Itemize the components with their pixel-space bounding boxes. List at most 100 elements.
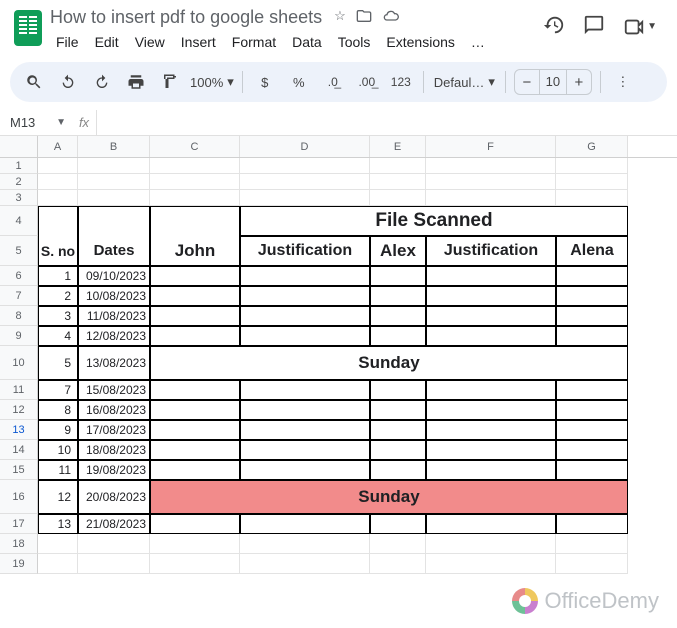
- cell[interactable]: [240, 514, 370, 534]
- cell[interactable]: [556, 460, 628, 480]
- cell[interactable]: [426, 440, 556, 460]
- cell[interactable]: 11/08/2023: [78, 306, 150, 326]
- star-icon[interactable]: ☆: [334, 8, 346, 27]
- row-header[interactable]: 12: [0, 400, 38, 420]
- cell[interactable]: [78, 534, 150, 554]
- col-header[interactable]: A: [38, 136, 78, 157]
- cell[interactable]: [556, 326, 628, 346]
- cell[interactable]: [556, 440, 628, 460]
- cell[interactable]: [150, 554, 240, 574]
- cell[interactable]: 16/08/2023: [78, 400, 150, 420]
- cell[interactable]: [370, 534, 426, 554]
- cell[interactable]: 12/08/2023: [78, 326, 150, 346]
- zoom-select[interactable]: 100% ▾: [190, 74, 234, 90]
- merged-note[interactable]: Sunday: [150, 480, 628, 514]
- cell[interactable]: [150, 380, 240, 400]
- menu-format[interactable]: Format: [226, 30, 282, 54]
- cell[interactable]: [426, 534, 556, 554]
- cell[interactable]: [150, 400, 240, 420]
- font-select[interactable]: Defaul… ▾: [432, 74, 497, 90]
- search-icon[interactable]: [20, 68, 48, 96]
- cell[interactable]: [240, 286, 370, 306]
- cell[interactable]: [556, 534, 628, 554]
- cell[interactable]: [38, 206, 78, 236]
- cell[interactable]: [426, 460, 556, 480]
- cell[interactable]: [556, 554, 628, 574]
- row-header[interactable]: 16: [0, 480, 38, 514]
- row-header[interactable]: 18: [0, 534, 38, 554]
- print-icon[interactable]: [122, 68, 150, 96]
- menu-tools[interactable]: Tools: [332, 30, 377, 54]
- cell[interactable]: 1: [38, 266, 78, 286]
- cell[interactable]: [240, 554, 370, 574]
- cell[interactable]: [556, 400, 628, 420]
- merged-note[interactable]: Sunday: [150, 346, 628, 380]
- cell[interactable]: [370, 266, 426, 286]
- row-header[interactable]: 1: [0, 158, 38, 174]
- cell[interactable]: [240, 190, 370, 206]
- cell[interactable]: [240, 306, 370, 326]
- row-header[interactable]: 11: [0, 380, 38, 400]
- row-header[interactable]: 17: [0, 514, 38, 534]
- cell[interactable]: [556, 380, 628, 400]
- doc-title[interactable]: How to insert pdf to google sheets: [50, 7, 322, 28]
- cell[interactable]: [370, 158, 426, 174]
- cell[interactable]: Alex: [370, 236, 426, 266]
- cell[interactable]: [426, 306, 556, 326]
- cell[interactable]: [150, 326, 240, 346]
- decrease-decimal-icon[interactable]: .0̲: [319, 68, 347, 96]
- cell[interactable]: John: [150, 236, 240, 266]
- spreadsheet-grid[interactable]: A B C D E F G 1234File Scanned5S. noDate…: [0, 136, 677, 574]
- menu-data[interactable]: Data: [286, 30, 328, 54]
- cell[interactable]: [150, 190, 240, 206]
- cell[interactable]: 2: [38, 286, 78, 306]
- col-header[interactable]: F: [426, 136, 556, 157]
- cell[interactable]: 5: [38, 346, 78, 380]
- cell[interactable]: [426, 158, 556, 174]
- cell[interactable]: [370, 190, 426, 206]
- select-all-corner[interactable]: [0, 136, 38, 157]
- col-header[interactable]: D: [240, 136, 370, 157]
- cell[interactable]: [370, 440, 426, 460]
- toolbar-more-icon[interactable]: ⋮: [609, 68, 637, 96]
- more-formats-icon[interactable]: 123: [387, 68, 415, 96]
- cell[interactable]: [426, 420, 556, 440]
- cell[interactable]: [370, 174, 426, 190]
- row-header[interactable]: 4: [0, 206, 38, 236]
- cell[interactable]: 10: [38, 440, 78, 460]
- cell[interactable]: [556, 190, 628, 206]
- cell[interactable]: [150, 440, 240, 460]
- cell[interactable]: [38, 554, 78, 574]
- col-header[interactable]: E: [370, 136, 426, 157]
- menu-more[interactable]: …: [465, 30, 491, 54]
- cell[interactable]: [426, 174, 556, 190]
- cell[interactable]: Justification: [426, 236, 556, 266]
- row-header[interactable]: 6: [0, 266, 38, 286]
- cell[interactable]: [78, 206, 150, 236]
- cell[interactable]: [150, 206, 240, 236]
- cell[interactable]: [78, 190, 150, 206]
- cell[interactable]: [240, 380, 370, 400]
- cell[interactable]: [426, 286, 556, 306]
- cell[interactable]: [370, 460, 426, 480]
- cell[interactable]: [78, 174, 150, 190]
- cell[interactable]: [426, 514, 556, 534]
- row-header[interactable]: 2: [0, 174, 38, 190]
- cell[interactable]: 10/08/2023: [78, 286, 150, 306]
- row-header[interactable]: 9: [0, 326, 38, 346]
- cell[interactable]: [38, 158, 78, 174]
- cell[interactable]: Alena: [556, 236, 628, 266]
- cell[interactable]: Justification: [240, 236, 370, 266]
- merged-header[interactable]: File Scanned: [240, 206, 628, 236]
- cell[interactable]: [240, 326, 370, 346]
- row-header[interactable]: 10: [0, 346, 38, 380]
- cell[interactable]: Dates: [78, 236, 150, 266]
- cell[interactable]: [426, 190, 556, 206]
- cell[interactable]: [556, 514, 628, 534]
- menu-file[interactable]: File: [50, 30, 85, 54]
- move-icon[interactable]: [356, 8, 372, 27]
- menu-extensions[interactable]: Extensions: [380, 30, 460, 54]
- cell[interactable]: [150, 460, 240, 480]
- cell[interactable]: [370, 420, 426, 440]
- redo-icon[interactable]: [88, 68, 116, 96]
